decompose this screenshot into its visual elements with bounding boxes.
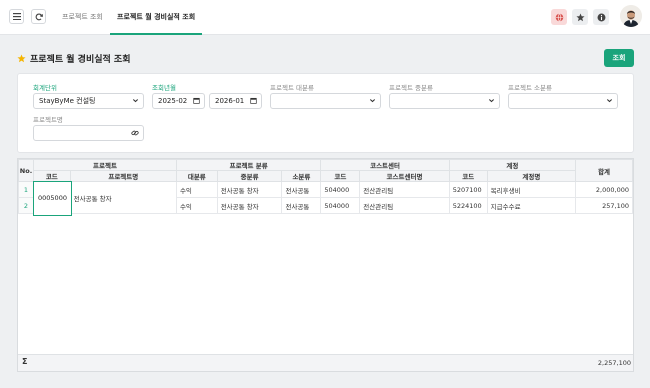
col-acc-code[interactable]: 코드: [448, 170, 488, 182]
refresh-icon: [35, 13, 43, 20]
col-major[interactable]: 대분류: [175, 170, 218, 182]
row-number: 1: [18, 181, 34, 198]
link-icon: [131, 130, 139, 136]
acc-name-cell[interactable]: 복리후생비: [486, 181, 577, 198]
acc-code-cell[interactable]: 5207100: [448, 181, 488, 198]
page-title-text: 프로젝트 월 경비실적 조회: [30, 55, 131, 65]
chevron-down-icon: [369, 99, 376, 103]
globe-button[interactable]: [551, 9, 567, 25]
info-button[interactable]: [593, 9, 609, 25]
selected-project-code-cell[interactable]: 0005000: [33, 181, 72, 216]
major-cell[interactable]: 수익: [175, 197, 218, 214]
sum-row: Σ 2,257,100: [18, 354, 633, 371]
col-project-name[interactable]: 프로젝트명: [69, 170, 177, 182]
unit-select[interactable]: StayByMe 컨설팅: [33, 93, 144, 109]
total-cell[interactable]: 257,100: [575, 197, 633, 214]
user-avatar[interactable]: [620, 5, 642, 27]
col-minor[interactable]: 소분류: [281, 170, 322, 182]
top-nav-bar: 프로젝트 조회 프로젝트 월 경비실적 조회: [0, 0, 650, 35]
cc-name-cell[interactable]: 전산관리팀: [359, 197, 450, 214]
acc-name-cell[interactable]: 지급수수료: [486, 197, 577, 214]
major-category-label: 프로젝트 대분류: [270, 84, 314, 92]
mid-category-select[interactable]: [389, 93, 500, 109]
col-cc-code[interactable]: 코드: [320, 170, 361, 182]
star-icon: [575, 13, 585, 21]
cc-name-cell[interactable]: 전산관리팀: [359, 181, 450, 198]
col-cc-name[interactable]: 코스트센터명: [359, 170, 450, 182]
minor-category-label: 프로젝트 소분류: [508, 84, 552, 92]
chevron-down-icon: [132, 99, 139, 103]
expense-grid: No. 프로젝트 프로젝트 분류 코스트센터 계정 합계 코드 프로젝트명 대분…: [17, 158, 634, 372]
col-total[interactable]: 합계: [575, 159, 633, 182]
cc-code-cell[interactable]: 504000: [320, 181, 361, 198]
group-cost-center: 코스트센터: [320, 159, 450, 171]
project-name-cell[interactable]: 전사공통 창자: [69, 181, 177, 214]
acc-code-cell[interactable]: 5224100: [448, 197, 488, 214]
filter-panel: 회계단위 StayByMe 컨설팅 조회년월 2025-02 2026-01 프…: [17, 73, 634, 153]
menu-button[interactable]: [9, 9, 24, 24]
group-project: 프로젝트: [32, 159, 177, 171]
refresh-button[interactable]: [31, 9, 46, 24]
period-to-value: 2026-01: [215, 97, 245, 105]
minor-cell[interactable]: 전사공통: [281, 181, 322, 198]
col-mid[interactable]: 중분류: [216, 170, 283, 182]
period-from-input[interactable]: 2025-02: [152, 93, 205, 109]
period-label: 조회년월: [152, 84, 176, 92]
period-to-input[interactable]: 2026-01: [209, 93, 262, 109]
major-category-select[interactable]: [270, 93, 381, 109]
row-number: 2: [18, 197, 34, 214]
mid-category-label: 프로젝트 중분류: [389, 84, 433, 92]
mid-cell[interactable]: 전사공통 창자: [216, 181, 283, 198]
expense-table: No. 프로젝트 프로젝트 분류 코스트센터 계정 합계 코드 프로젝트명 대분…: [18, 159, 633, 214]
minor-cell[interactable]: 전사공통: [281, 197, 322, 214]
tab-monthly-expense[interactable]: 프로젝트 월 경비실적 조회: [110, 0, 203, 35]
search-button[interactable]: 조회: [604, 49, 634, 67]
chevron-down-icon: [606, 99, 613, 103]
tab-project-search[interactable]: 프로젝트 조회: [62, 0, 103, 35]
table-row[interactable]: 1 전사공통 창자 수익 전사공통 창자 전사공통 504000 전산관리팀 5…: [18, 181, 633, 214]
major-cell[interactable]: 수익: [175, 181, 218, 198]
project-name-input[interactable]: [33, 125, 144, 141]
mid-cell[interactable]: 전사공통 창자: [216, 197, 283, 214]
sum-total: 2,257,100: [597, 359, 631, 367]
page-title: 프로젝트 월 경비실적 조회: [17, 52, 130, 65]
col-no: No.: [18, 159, 34, 182]
total-cell[interactable]: 2,000,000: [575, 181, 633, 198]
unit-value: StayByMe 컨설팅: [39, 97, 96, 105]
info-icon: [597, 13, 605, 21]
star-favorite-icon[interactable]: [17, 54, 26, 63]
project-name-label: 프로젝트명: [33, 116, 63, 124]
group-category: 프로젝트 분류: [175, 159, 322, 171]
calendar-icon: [193, 97, 200, 104]
unit-label: 회계단위: [33, 84, 57, 92]
hamburger-icon: [12, 13, 21, 20]
calendar-icon: [250, 97, 257, 104]
chevron-down-icon: [488, 99, 495, 103]
avatar-icon: [620, 5, 642, 27]
favorites-button[interactable]: [572, 9, 588, 25]
col-acc-name[interactable]: 계정명: [486, 170, 577, 182]
sum-symbol: Σ: [22, 357, 28, 366]
cc-code-cell[interactable]: 504000: [320, 197, 361, 214]
minor-category-select[interactable]: [508, 93, 618, 109]
globe-icon: [555, 13, 563, 21]
period-from-value: 2025-02: [158, 97, 188, 105]
group-account: 계정: [448, 159, 577, 171]
col-project-code[interactable]: 코드: [32, 170, 71, 182]
